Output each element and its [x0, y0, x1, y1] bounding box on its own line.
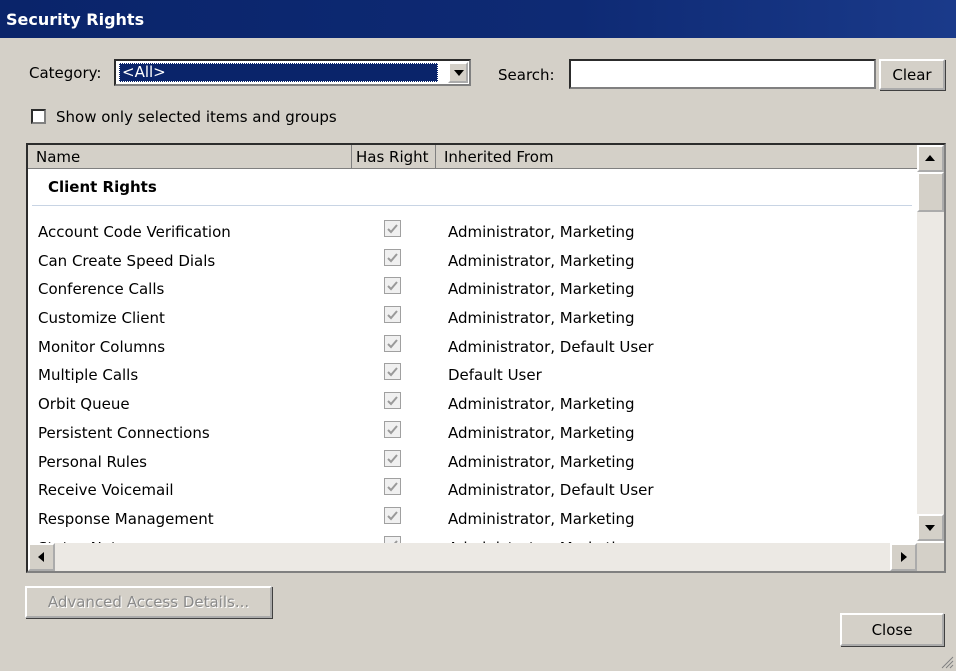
right-name: Can Create Speed Dials: [38, 251, 216, 270]
inherited-from: Administrator, Marketing: [448, 223, 635, 241]
table-row[interactable]: Orbit Queue Administrator, Marketing: [28, 389, 917, 418]
arrow-left-icon: [38, 552, 44, 562]
chevron-down-icon: [454, 70, 464, 76]
search-label: Search:: [498, 66, 555, 84]
right-name: Account Code Verification: [38, 223, 231, 241]
table-row[interactable]: Monitor Columns Administrator, Default Us…: [28, 332, 917, 361]
check-mark-icon: [387, 339, 398, 349]
right-name: Persistent Connections: [38, 423, 210, 442]
table-row[interactable]: Customize Client Administrator, Marketing: [28, 303, 917, 332]
search-input[interactable]: [569, 59, 876, 89]
has-right-checkbox[interactable]: [384, 392, 401, 410]
resize-grip-icon[interactable]: [940, 655, 954, 669]
has-right-checkbox[interactable]: [384, 478, 401, 496]
has-right-checkbox[interactable]: [384, 248, 401, 266]
show-selected-checkbox[interactable]: [31, 109, 46, 124]
table-row[interactable]: Persistent Connections Administrator, Mar…: [28, 418, 917, 447]
category-dropdown[interactable]: <All>: [114, 59, 471, 86]
has-right-checkbox[interactable]: [384, 506, 401, 524]
right-name: Receive Voicemail: [38, 481, 174, 500]
check-mark-icon: [387, 367, 398, 377]
vertical-scrollbar[interactable]: [917, 145, 944, 541]
has-right-checkbox[interactable]: [384, 420, 401, 438]
check-mark-icon: [387, 310, 398, 320]
show-selected-label: Show only selected items and groups: [56, 108, 337, 126]
scrollbar-corner: [917, 543, 944, 571]
scroll-up-button[interactable]: [917, 145, 944, 172]
has-right-checkbox[interactable]: [384, 449, 401, 467]
arrow-up-icon: [925, 155, 935, 161]
list-header: Name Has Right Inherited From: [28, 145, 917, 169]
right-name: Customize Client: [38, 309, 165, 328]
security-rights-list[interactable]: Name Has Right Inherited From Client Rig…: [26, 143, 946, 573]
right-name: Response Management: [38, 509, 214, 528]
group-header: Client Rights: [48, 178, 157, 196]
window-title: Security Rights: [6, 10, 145, 29]
inherited-from: Administrator, Default User: [448, 337, 654, 356]
has-right-checkbox[interactable]: [384, 277, 401, 295]
has-right-checkbox[interactable]: [384, 363, 401, 381]
category-label: Category:: [29, 64, 102, 82]
check-mark-icon: [387, 253, 398, 263]
vertical-scroll-thumb[interactable]: [917, 172, 944, 212]
dropdown-arrow-button[interactable]: [448, 62, 468, 83]
arrow-down-icon: [925, 525, 935, 531]
table-row[interactable]: Receive Voicemail Administrator, Default …: [28, 475, 917, 504]
rights-rows: Account Code Verification Administrator, …: [28, 217, 917, 561]
right-name: Multiple Calls: [38, 366, 139, 385]
column-header-has-right[interactable]: Has Right: [352, 145, 436, 169]
inherited-from: Administrator, Marketing: [448, 395, 635, 414]
table-row[interactable]: Conference Calls Administrator, Marketing: [28, 274, 917, 303]
inherited-from: Administrator, Marketing: [448, 309, 635, 328]
inherited-from: Administrator, Marketing: [448, 251, 635, 270]
scroll-right-button[interactable]: [890, 543, 917, 571]
inherited-from: Administrator, Marketing: [448, 509, 635, 528]
right-name: Conference Calls: [38, 280, 165, 299]
category-selected-value: <All>: [119, 63, 438, 82]
check-mark-icon: [387, 281, 398, 291]
column-header-inherited-from[interactable]: Inherited From: [436, 145, 917, 169]
check-mark-icon: [387, 224, 398, 234]
inherited-from: Administrator, Marketing: [448, 280, 635, 299]
table-row[interactable]: Account Code Verification Administrator, …: [28, 217, 917, 246]
inherited-from: Administrator, Marketing: [448, 452, 635, 471]
has-right-checkbox[interactable]: [384, 220, 401, 237]
right-name: Orbit Queue: [38, 395, 130, 414]
horizontal-scrollbar[interactable]: [28, 543, 917, 571]
column-header-name[interactable]: Name: [28, 145, 352, 169]
has-right-checkbox[interactable]: [384, 334, 401, 352]
window-title-bar: Security Rights: [0, 0, 956, 38]
table-row[interactable]: Response Management Administrator, Market…: [28, 504, 917, 533]
scroll-left-button[interactable]: [28, 543, 55, 571]
table-row[interactable]: Multiple Calls Default User: [28, 360, 917, 389]
table-row[interactable]: Personal Rules Administrator, Marketing: [28, 447, 917, 476]
inherited-from: Administrator, Marketing: [448, 423, 635, 442]
inherited-from: Administrator, Default User: [448, 481, 654, 500]
scroll-down-button[interactable]: [917, 514, 944, 541]
advanced-access-details-button[interactable]: Advanced Access Details...: [25, 586, 272, 618]
right-name: Monitor Columns: [38, 337, 166, 356]
has-right-checkbox[interactable]: [384, 306, 401, 324]
arrow-right-icon: [901, 552, 907, 562]
check-mark-icon: [387, 482, 398, 492]
table-row[interactable]: Can Create Speed Dials Administrator, Mar…: [28, 246, 917, 275]
check-mark-icon: [387, 396, 398, 406]
right-name: Personal Rules: [38, 452, 147, 471]
check-mark-icon: [387, 511, 398, 521]
check-mark-icon: [387, 453, 398, 463]
inherited-from: Default User: [448, 366, 542, 385]
group-divider: [32, 205, 912, 206]
close-button[interactable]: Close: [840, 613, 944, 646]
clear-button[interactable]: Clear: [879, 59, 945, 90]
check-mark-icon: [387, 425, 398, 435]
